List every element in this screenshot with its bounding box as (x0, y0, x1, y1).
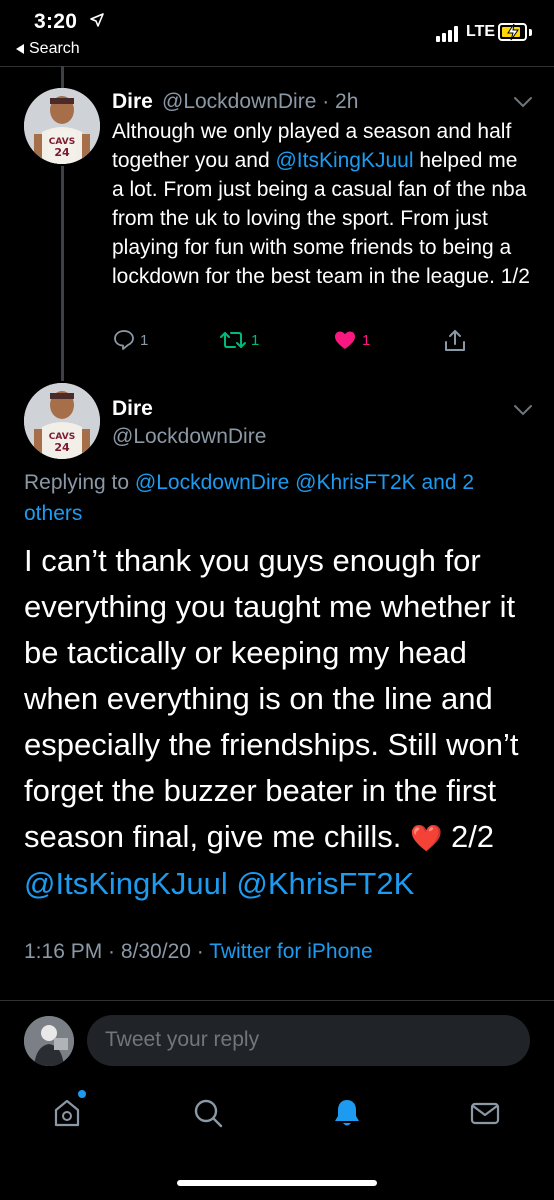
chevron-down-icon[interactable] (513, 96, 533, 108)
reply-button[interactable]: 1 (112, 328, 148, 352)
player-avatar-image: CAVS 24 (24, 88, 100, 164)
search-icon[interactable] (192, 1096, 226, 1130)
author-handle[interactable]: @LockdownDire (162, 90, 316, 113)
author-handle[interactable]: @LockdownDire (112, 425, 266, 449)
back-arrow-icon (16, 44, 24, 54)
divider (0, 66, 554, 67)
location-arrow-icon (90, 13, 104, 27)
avatar[interactable]: CAVS 24 (24, 88, 100, 164)
network-type: LTE (466, 23, 496, 40)
author-name[interactable]: Dire (112, 90, 153, 114)
tweet-source-link[interactable]: Twitter for iPhone (209, 940, 372, 963)
chevron-down-icon[interactable] (513, 404, 533, 416)
home-icon[interactable] (52, 1096, 82, 1130)
tweet-time: · 2h (322, 90, 359, 113)
mention-links[interactable]: @ItsKingKJuul @KhrisFT2K (24, 866, 414, 901)
tweet-meta: 1:16 PM · 8/30/20 · Twitter for iPhone (24, 940, 373, 964)
reply-count: 1 (140, 331, 149, 349)
thread-line (61, 66, 64, 88)
home-indicator[interactable] (177, 1180, 377, 1186)
thread-line (61, 166, 64, 381)
author-name[interactable]: Dire (112, 397, 153, 421)
retweet-button[interactable]: 1 (218, 328, 259, 352)
tweet-text: I can’t thank you guys enough for everyt… (24, 543, 519, 901)
divider (0, 1000, 554, 1001)
retweet-icon (220, 332, 246, 348)
tweet-text: Although we only played a season and hal… (112, 120, 530, 288)
heart-filled-icon (335, 331, 355, 349)
share-button[interactable] (442, 328, 468, 354)
player-avatar-image: CAVS 24 (24, 383, 100, 459)
reply-input[interactable]: Tweet your reply (87, 1015, 530, 1066)
avatar[interactable]: CAVS 24 (24, 383, 100, 459)
share-icon (445, 330, 465, 351)
heart-emoji: ❤️ (409, 823, 443, 853)
replying-mentions[interactable]: @LockdownDire @KhrisFT2K (135, 471, 416, 494)
user-avatar-image (24, 1016, 74, 1066)
replying-to: Replying to @LockdownDire @KhrisFT2K and… (24, 471, 475, 525)
reply-icon (114, 330, 134, 350)
like-count: 1 (362, 331, 371, 349)
my-avatar[interactable] (24, 1016, 74, 1066)
tweet-timestamp: 1:16 PM · 8/30/20 · (24, 940, 210, 963)
signal-strength-icon (436, 26, 460, 42)
back-label: Search (29, 40, 80, 57)
mention-link[interactable]: @ItsKingKJuul (275, 149, 413, 172)
svg-text:24: 24 (54, 441, 70, 454)
messages-icon[interactable] (468, 1096, 502, 1130)
charging-bolt-icon (507, 23, 519, 41)
clock: 3:20 (34, 10, 78, 33)
like-button[interactable]: 1 (333, 328, 370, 352)
status-bar: 3:20 Search LTE (0, 0, 554, 66)
notifications-icon[interactable] (330, 1096, 364, 1130)
retweet-count: 1 (251, 331, 260, 349)
new-content-dot (78, 1090, 86, 1098)
svg-text:24: 24 (54, 146, 70, 159)
back-to-search-link[interactable]: Search (16, 40, 80, 58)
